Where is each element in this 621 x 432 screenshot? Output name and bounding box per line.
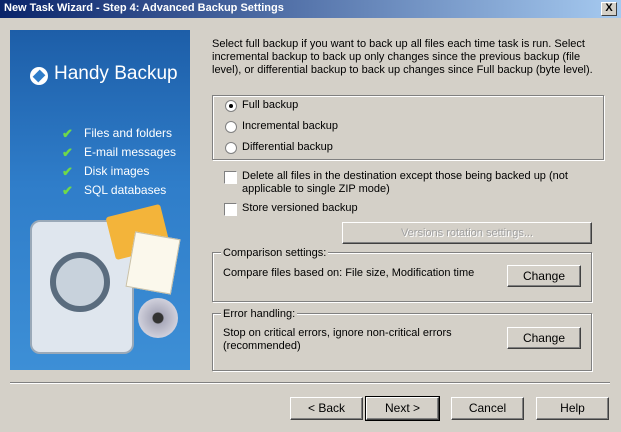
checkmark-icon: ✔ [62,145,73,160]
close-button[interactable]: X [601,2,617,16]
wizard-banner: Handy Backup ✔ Files and folders ✔ E-mail … [10,30,190,370]
title-bar: New Task Wizard - Step 4: Advanced Backu… [0,0,621,18]
error-handling-title: Error handling: [221,308,298,320]
error-handling-group: Error handling: Stop on critical errors,… [212,308,592,371]
disc-illustration-icon [138,298,178,338]
feature-item: ✔ SQL databases [62,183,167,198]
cancel-button[interactable]: Cancel [451,397,524,420]
brand-name: Handy Backup [54,63,178,84]
document-illustration-icon [125,231,181,295]
error-handling-text: Stop on critical errors, ignore non-crit… [223,327,452,352]
feature-item: ✔ Files and folders [62,126,173,141]
checkmark-icon: ✔ [62,126,73,141]
feature-item: ✔ E-mail messages [62,145,177,160]
comparison-change-button[interactable]: Change [507,265,581,287]
feature-list: ✔ Files and folders ✔ E-mail messages ✔ Dis… [62,126,176,202]
backup-type-group: Full backup Incremental backup Different… [212,95,604,160]
checkmark-icon: ✔ [62,164,73,179]
next-button[interactable]: Next > [365,396,440,421]
comparison-settings-title: Comparison settings: [221,247,329,259]
window-title: New Task Wizard - Step 4: Advanced Backu… [4,2,284,14]
comparison-settings-text: Compare files based on: File size, Modif… [223,267,475,279]
feature-item: ✔ Disk images [62,164,150,179]
step-description: Select full backup if you want to back u… [212,38,593,76]
delete-files-checkbox[interactable]: Delete all files in the destination exce… [224,170,604,198]
versioned-backup-checkbox[interactable]: Store versioned backup [224,202,424,218]
error-change-button[interactable]: Change [507,327,581,349]
footer-separator [10,382,610,384]
checkmark-icon: ✔ [62,183,73,198]
back-button[interactable]: < Back [290,397,363,420]
help-button[interactable]: Help [536,397,609,420]
versions-rotation-button[interactable]: Versions rotation settings... [342,222,592,244]
comparison-settings-group: Comparison settings: Compare files based… [212,247,592,302]
handy-backup-logo-icon [30,67,48,85]
